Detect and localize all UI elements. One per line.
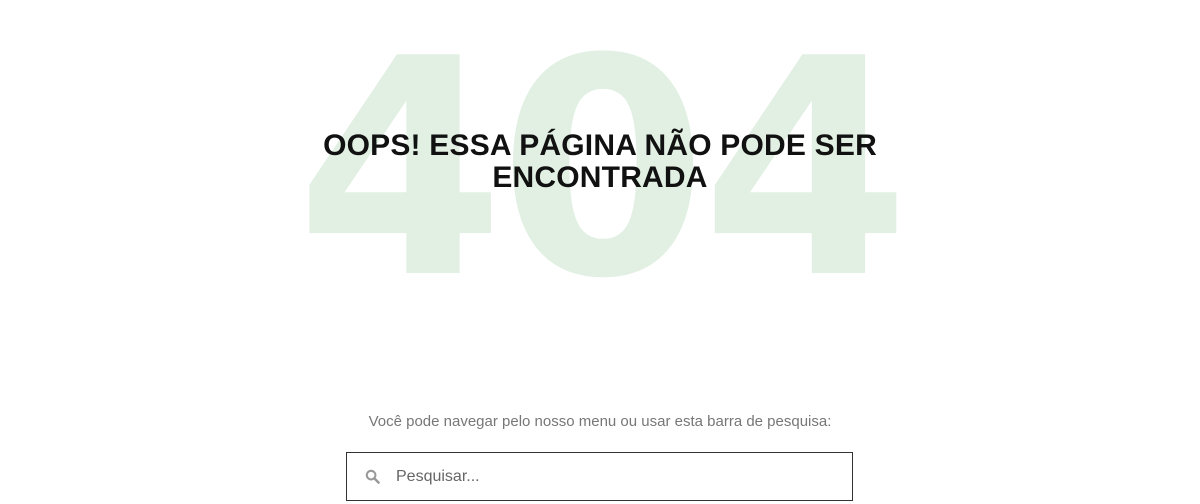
search-hint: Você pode navegar pelo nosso menu ou usa… xyxy=(368,413,832,430)
error-section: 404 OOPS! ESSA PÁGINA NÃO PODE SER ENCON… xyxy=(0,0,1200,320)
search-input[interactable] xyxy=(396,453,852,500)
search-form xyxy=(346,452,853,501)
page-title: OOPS! ESSA PÁGINA NÃO PODE SER ENCONTRAD… xyxy=(323,129,877,194)
search-icon[interactable] xyxy=(364,469,380,485)
